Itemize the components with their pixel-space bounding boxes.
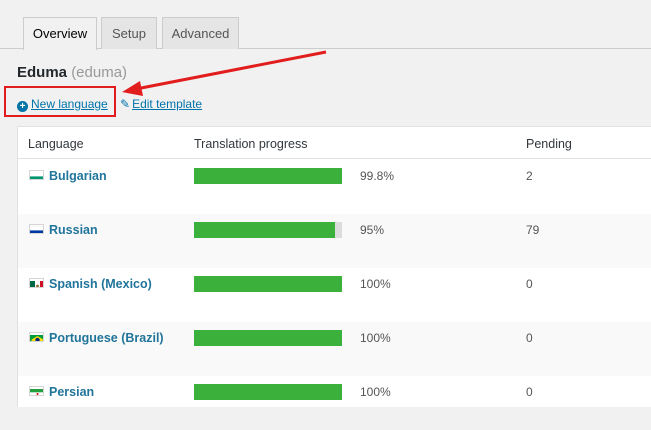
- progress-bar-fill: [194, 384, 342, 400]
- brazil-flag-icon: [29, 332, 44, 342]
- bulgaria-flag-icon: [29, 170, 44, 180]
- language-link[interactable]: Bulgarian: [49, 169, 107, 183]
- column-progress: Translation progress: [194, 137, 307, 151]
- progress-bar: [194, 276, 342, 292]
- progress-bar: [194, 168, 342, 184]
- language-link[interactable]: Portuguese (Brazil): [49, 331, 164, 345]
- mexico-flag-icon: [29, 278, 44, 288]
- table-row: Bulgarian 99.8% 2: [18, 160, 651, 214]
- pending-count[interactable]: 0: [526, 277, 533, 291]
- pending-count[interactable]: 79: [526, 223, 539, 237]
- column-pending[interactable]: Pending: [526, 137, 572, 151]
- iran-flag-icon: [29, 386, 44, 396]
- progress-percent: 100%: [360, 277, 391, 291]
- language-link[interactable]: Persian: [49, 385, 94, 399]
- progress-bar-fill: [194, 168, 342, 184]
- table-row: Persian 100% 0: [18, 376, 651, 430]
- table-header: Language Translation progress Pending: [18, 127, 651, 159]
- language-link[interactable]: Russian: [49, 223, 98, 237]
- progress-bar: [194, 384, 342, 400]
- language-link[interactable]: Spanish (Mexico): [49, 277, 152, 291]
- pending-count[interactable]: 2: [526, 169, 533, 183]
- progress-percent: 99.8%: [360, 169, 394, 183]
- table-row: Portuguese (Brazil) 100% 0: [18, 322, 651, 376]
- pending-count[interactable]: 0: [526, 331, 533, 345]
- progress-percent: 100%: [360, 331, 391, 345]
- progress-bar-fill: [194, 276, 342, 292]
- progress-percent: 95%: [360, 223, 384, 237]
- progress-bar: [194, 330, 342, 346]
- languages-table: Language Translation progress Pending Bu…: [17, 126, 651, 407]
- progress-bar-fill: [194, 330, 342, 346]
- russia-flag-icon: [29, 224, 44, 234]
- progress-bar: [194, 222, 342, 238]
- progress-percent: 100%: [360, 385, 391, 399]
- table-row: Russian 95% 79: [18, 214, 651, 268]
- column-language[interactable]: Language: [28, 137, 84, 151]
- progress-bar-fill: [194, 222, 335, 238]
- pending-count[interactable]: 0: [526, 385, 533, 399]
- table-row: Spanish (Mexico) 100% 0: [18, 268, 651, 322]
